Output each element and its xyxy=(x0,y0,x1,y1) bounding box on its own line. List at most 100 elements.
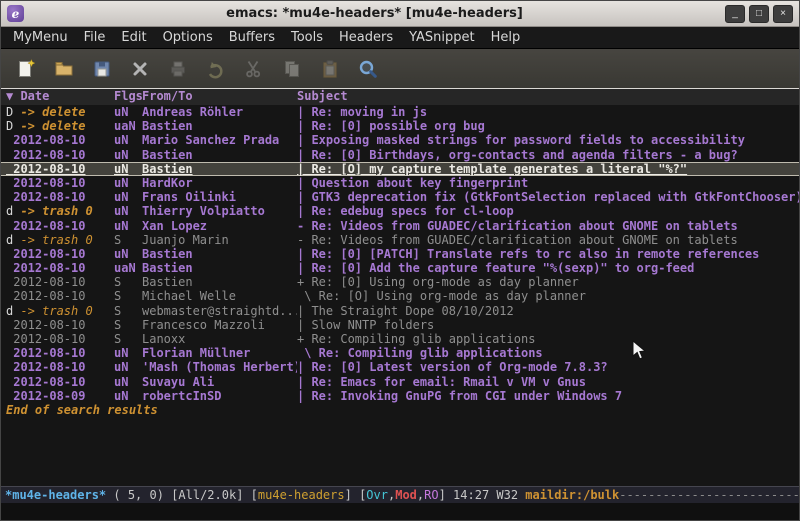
message-row[interactable]: 2012-08-10uNBastien| Re: [0] [PATCH] Tra… xyxy=(1,247,799,261)
kill-buffer-button[interactable] xyxy=(123,53,156,85)
message-from: Michael Welle xyxy=(142,289,297,303)
message-flags: uaN xyxy=(114,261,142,275)
message-date-text: -> delete xyxy=(20,119,85,133)
column-header-date[interactable]: ▼ Date xyxy=(6,89,114,105)
message-from: Xan Lopez xyxy=(142,219,297,233)
modeline-segment: 14:27 W32 xyxy=(453,488,525,502)
message-subject: \ Re: [O] Using org-mode as day planner xyxy=(297,289,799,303)
message-date-text: 2012-08-10 xyxy=(13,332,85,346)
message-row[interactable]: 2012-08-10SFrancesco Mazzoli| Slow NNTP … xyxy=(1,318,799,332)
message-date-text: 2012-08-10 xyxy=(13,190,85,204)
save-button[interactable] xyxy=(85,53,118,85)
message-flags: uN xyxy=(114,389,142,403)
message-row[interactable]: d -> trash 0SJuanjo Marin- Re: Videos fr… xyxy=(1,233,799,247)
message-row[interactable]: 2012-08-10uN'Mash (Thomas Herbert)| Re: … xyxy=(1,360,799,374)
message-subject: | Slow NNTP folders xyxy=(297,318,799,332)
column-header-subject[interactable]: Subject xyxy=(297,89,799,105)
modeline-segment: *mu4e-headers* xyxy=(5,488,106,502)
new-file-button[interactable] xyxy=(9,53,42,85)
undo-button[interactable] xyxy=(199,53,232,85)
column-header-flags[interactable]: Flgs xyxy=(114,89,142,105)
message-row[interactable]: d -> trash 0Swebmaster@straightd...| The… xyxy=(1,304,799,318)
close-icon[interactable]: × xyxy=(773,5,793,23)
message-date-text: -> trash 0 xyxy=(20,304,92,318)
message-row[interactable]: 2012-08-10uNMario Sanchez Prada| Exposin… xyxy=(1,133,799,147)
message-from: Francesco Mazzoli xyxy=(142,318,297,332)
menu-item-edit[interactable]: Edit xyxy=(113,28,154,47)
message-row[interactable]: 2012-08-10uaNBastien| Re: [0] Add the ca… xyxy=(1,261,799,275)
message-date-text: 2012-08-09 xyxy=(13,389,85,403)
message-date-text: -> trash 0 xyxy=(20,204,92,218)
message-from: Bastien xyxy=(142,162,297,176)
menu-item-yasnippet[interactable]: YASnippet xyxy=(401,28,483,47)
menu-item-file[interactable]: File xyxy=(76,28,114,47)
message-row[interactable]: 2012-08-10SLanoxx+ Re: Compiling glib ap… xyxy=(1,332,799,346)
search-button[interactable] xyxy=(351,53,384,85)
message-subject: | Re: [0] Birthdays, org-contacts and ag… xyxy=(297,148,799,162)
message-date-text: 2012-08-10 xyxy=(13,289,85,303)
message-date: d -> trash 0 xyxy=(6,233,114,247)
message-date: 2012-08-10 xyxy=(6,346,114,360)
message-subject: | Re: [O] my capture template generates … xyxy=(297,162,799,176)
modeline-segment: Ovr xyxy=(366,488,388,502)
message-date-text: -> delete xyxy=(20,105,85,119)
message-row[interactable]: 2012-08-10uNBastien| Re: [0] Birthdays, … xyxy=(1,148,799,162)
message-row[interactable]: D -> deleteuNAndreas Röhler| Re: moving … xyxy=(1,105,799,119)
message-date-text: 2012-08-10 xyxy=(13,375,85,389)
message-row[interactable]: 2012-08-10uNHardKor| Question about key … xyxy=(1,176,799,190)
message-list: D -> deleteuNAndreas Röhler| Re: moving … xyxy=(1,105,799,403)
message-date: 2012-08-10 xyxy=(6,318,114,332)
message-subject: | Re: [0] possible org bug xyxy=(297,119,799,133)
mode-line: *mu4e-headers* ( 5, 0) [All/2.0k] [mu4e-… xyxy=(1,486,799,503)
message-row[interactable]: 2012-08-10 uNFrans Oilinki| GTK3 deprecat… xyxy=(1,190,799,204)
message-row[interactable]: 2012-08-10uNBastien| Re: [O] my capture … xyxy=(1,162,799,176)
message-subject: | Re: edebug specs for cl-loop xyxy=(297,204,799,218)
close-buffer-icon xyxy=(129,58,151,80)
message-row[interactable]: 2012-08-10uNFlorian Müllner \ Re: Compil… xyxy=(1,346,799,360)
message-row[interactable]: D -> deleteuaNBastien| Re: [0] possible … xyxy=(1,119,799,133)
message-row[interactable]: d -> trash 0uNThierry Volpiatto| Re: ede… xyxy=(1,204,799,218)
message-row[interactable]: 2012-08-10SMichael Welle \ Re: [O] Using… xyxy=(1,289,799,303)
message-flags: uN xyxy=(114,148,142,162)
menu-item-help[interactable]: Help xyxy=(483,28,529,47)
message-subject: | Re: Invoking GnuPG from CGI under Wind… xyxy=(297,389,799,403)
menu-item-mymenu[interactable]: MyMenu xyxy=(5,28,76,47)
open-file-button[interactable] xyxy=(47,53,80,85)
message-row[interactable]: 2012-08-09uNrobertcInSD| Re: Invoking Gn… xyxy=(1,389,799,403)
menu-item-headers[interactable]: Headers xyxy=(331,28,401,47)
menu-item-tools[interactable]: Tools xyxy=(283,28,331,47)
end-of-results: End of search results xyxy=(1,403,799,417)
message-subject: | Re: moving in js xyxy=(297,105,799,119)
tool-bar xyxy=(1,49,799,89)
message-date: 2012-08-10 xyxy=(6,360,114,374)
menu-item-options[interactable]: Options xyxy=(155,28,221,47)
echo-area[interactable] xyxy=(1,503,799,520)
print-button[interactable] xyxy=(161,53,194,85)
message-from: Bastien xyxy=(142,119,297,133)
maximize-icon[interactable]: □ xyxy=(749,5,769,23)
message-date-text: 2012-08-10 xyxy=(13,219,85,233)
cut-button[interactable] xyxy=(237,53,270,85)
new-file-icon xyxy=(15,58,37,80)
modeline-segment: [All/2.0k] xyxy=(171,488,250,502)
minimize-icon[interactable]: _ xyxy=(725,5,745,23)
message-date-text: 2012-08-10 xyxy=(13,346,85,360)
message-row[interactable]: 2012-08-10uNSuvayu Ali| Re: Emacs for em… xyxy=(1,375,799,389)
message-flags: uN xyxy=(114,375,142,389)
column-header-from[interactable]: From/To xyxy=(142,89,297,105)
message-subject: - Re: Videos from GUADEC/clarification a… xyxy=(297,219,799,233)
message-row[interactable]: 2012-08-10uNXan Lopez- Re: Videos from G… xyxy=(1,219,799,233)
message-subject: | Re: [0] Latest version of Org-mode 7.8… xyxy=(297,360,799,374)
message-flags: uN xyxy=(114,190,142,204)
message-row[interactable]: 2012-08-10SBastien+ Re: [0] Using org-mo… xyxy=(1,275,799,289)
menu-item-buffers[interactable]: Buffers xyxy=(221,28,283,47)
title-bar[interactable]: e emacs: *mu4e-headers* [mu4e-headers] _… xyxy=(1,1,799,27)
message-subject: | GTK3 deprecation fix (GtkFontSelection… xyxy=(297,190,799,204)
message-from: Frans Oilinki xyxy=(142,190,297,204)
modeline-segment: ----------------------------------------… xyxy=(619,488,799,502)
headers-buffer[interactable]: D -> deleteuNAndreas Röhler| Re: moving … xyxy=(1,105,799,486)
copy-button[interactable] xyxy=(275,53,308,85)
message-subject: | The Straight Dope 08/10/2012 xyxy=(297,304,799,318)
message-subject: - Re: Videos from GUADEC/clarification a… xyxy=(297,233,799,247)
paste-button[interactable] xyxy=(313,53,346,85)
